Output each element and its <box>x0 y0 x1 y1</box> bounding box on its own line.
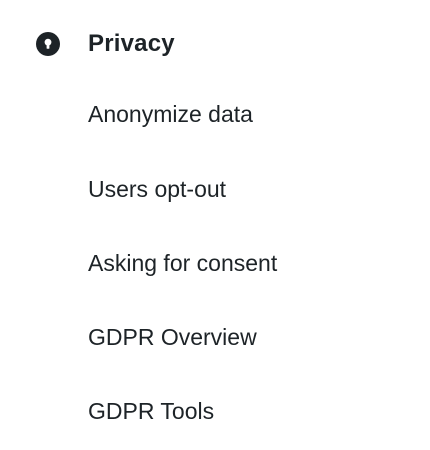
menu-item-gdpr-tools[interactable]: GDPR Tools <box>88 396 214 426</box>
menu-item-users-opt-out[interactable]: Users opt-out <box>88 174 226 204</box>
menu-item-asking-for-consent[interactable]: Asking for consent <box>88 248 277 278</box>
menu-item-gdpr-overview[interactable]: GDPR Overview <box>88 322 257 352</box>
privacy-menu: Privacy Anonymize data Users opt-out Ask… <box>0 0 430 450</box>
menu-item-anonymize-data[interactable]: Anonymize data <box>88 99 253 129</box>
lock-icon <box>36 32 60 56</box>
section-title: Privacy <box>88 30 175 57</box>
privacy-section-header[interactable]: Privacy <box>36 28 175 60</box>
